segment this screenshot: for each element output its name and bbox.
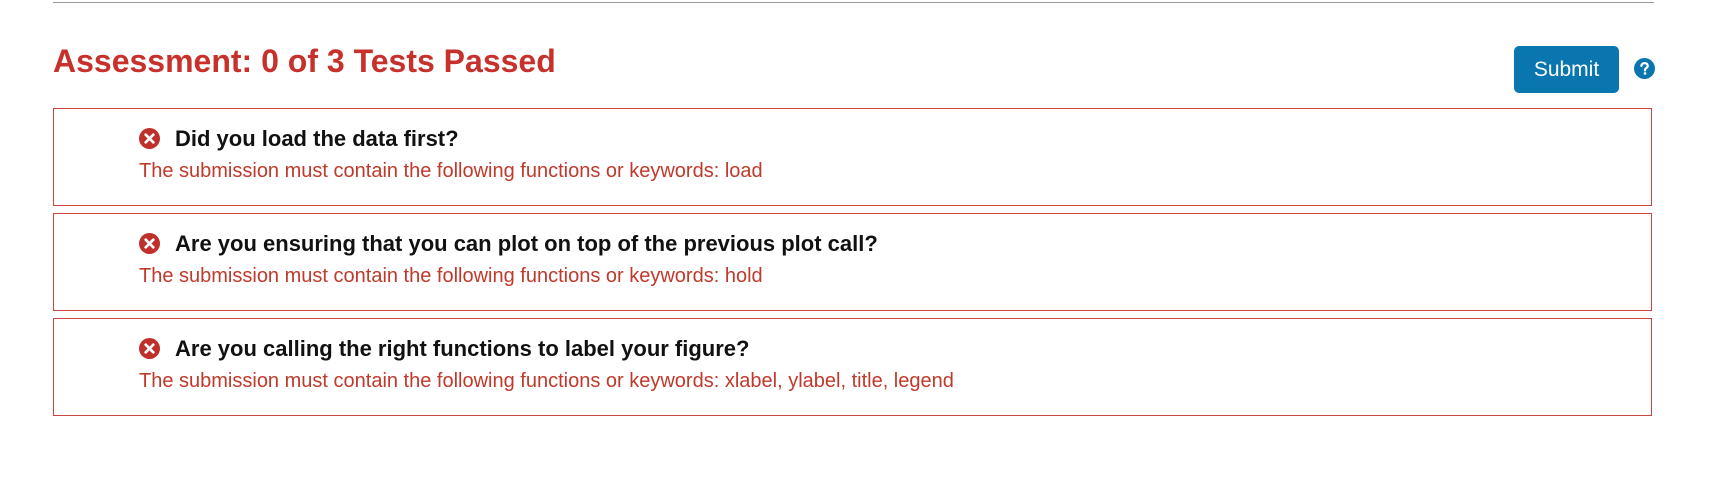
submit-button[interactable]: Submit bbox=[1514, 46, 1619, 93]
test-message: The submission must contain the followin… bbox=[139, 265, 763, 287]
assessment-panel: Assessment: 0 of 3 Tests Passed Submit D… bbox=[0, 0, 1721, 491]
test-title: Are you ensuring that you can plot on to… bbox=[175, 231, 878, 256]
test-title: Are you calling the right functions to l… bbox=[175, 336, 750, 361]
x-circle-icon bbox=[139, 233, 160, 254]
x-circle-icon bbox=[139, 338, 160, 359]
question-circle-icon[interactable] bbox=[1634, 58, 1655, 79]
test-message: The submission must contain the followin… bbox=[139, 160, 763, 182]
test-result-card: Are you calling the right functions to l… bbox=[53, 318, 1652, 416]
test-result-card: Did you load the data first? The submiss… bbox=[53, 108, 1652, 206]
divider bbox=[53, 2, 1654, 3]
assessment-title: Assessment: 0 of 3 Tests Passed bbox=[53, 43, 556, 79]
test-result-card: Are you ensuring that you can plot on to… bbox=[53, 213, 1652, 311]
x-circle-icon bbox=[139, 128, 160, 149]
test-message: The submission must contain the followin… bbox=[139, 370, 954, 392]
test-title: Did you load the data first? bbox=[175, 126, 459, 151]
